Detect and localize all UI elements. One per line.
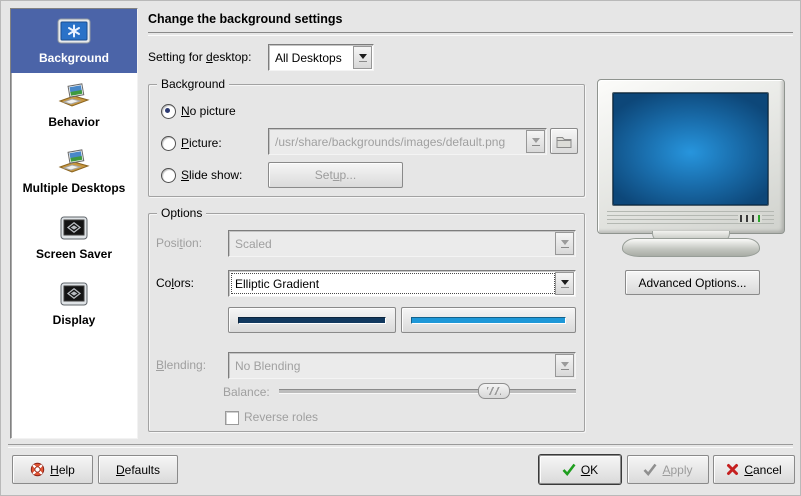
cancel-button-label: Cancel xyxy=(744,463,781,477)
desktop-selector-value: All Desktops xyxy=(275,45,353,70)
blending-label: Blending: xyxy=(156,358,206,373)
picture-path-value: /usr/share/backgrounds/images/default.pn… xyxy=(275,129,526,154)
monitor-vents xyxy=(607,211,774,225)
setup-button: Setup... xyxy=(268,162,403,188)
advanced-options-label: Advanced Options... xyxy=(638,276,746,290)
sidebar-item-label: Multiple Desktops xyxy=(23,181,126,195)
apply-button: Apply xyxy=(627,455,709,484)
background-group: Background No picture Picture: /usr/shar… xyxy=(148,84,585,197)
chevron-down-icon xyxy=(353,46,372,69)
page-title: Change the background settings xyxy=(148,12,342,26)
footer-separator xyxy=(8,444,793,448)
color1-swatch xyxy=(238,317,386,324)
advanced-options-button[interactable]: Advanced Options... xyxy=(625,270,760,295)
sidebar-item-background[interactable]: Background xyxy=(11,9,137,73)
sidebar-item-label: Screen Saver xyxy=(36,247,112,261)
colors-value: Elliptic Gradient xyxy=(235,271,555,296)
sidebar-item-display[interactable]: Display xyxy=(11,271,137,337)
module-list: Background Behavior xyxy=(10,8,138,439)
color1-button[interactable] xyxy=(228,307,396,333)
check-icon-disabled xyxy=(643,463,657,476)
no-picture-label: No picture xyxy=(181,104,236,119)
reverse-roles-label: Reverse roles xyxy=(244,410,318,425)
no-picture-radio[interactable] xyxy=(161,104,176,119)
options-group: Options Position: Scaled Colors: Ellipti… xyxy=(148,213,585,432)
monitor-stand-base xyxy=(622,238,760,257)
sidebar-item-multiple-desktops[interactable]: Multiple Desktops xyxy=(11,139,137,205)
cancel-button[interactable]: Cancel xyxy=(713,455,795,484)
ok-button-label: OK xyxy=(581,463,598,477)
led xyxy=(740,215,742,222)
power-led xyxy=(758,215,760,222)
chevron-down-icon xyxy=(526,130,545,153)
picture-label: Picture: xyxy=(181,136,222,151)
sidebar-item-label: Background xyxy=(39,51,109,65)
monitor-leds xyxy=(738,214,762,223)
desktop-stack-icon xyxy=(57,81,91,113)
apply-button-label: Apply xyxy=(662,463,692,477)
defaults-button[interactable]: Defaults xyxy=(98,455,178,484)
background-monitor-icon xyxy=(57,17,91,49)
position-combo: Scaled xyxy=(228,230,576,257)
defaults-button-label: Defaults xyxy=(116,463,160,477)
colors-combo[interactable]: Elliptic Gradient xyxy=(228,270,576,297)
help-button-label: Help xyxy=(50,463,75,477)
desktop-stack-icon xyxy=(57,147,91,179)
color2-button[interactable] xyxy=(401,307,576,333)
chevron-down-icon xyxy=(555,354,574,377)
options-group-title: Options xyxy=(157,206,206,221)
sidebar-item-label: Display xyxy=(53,313,96,327)
slide-show-label: Slide show: xyxy=(181,168,242,183)
ok-button[interactable]: OK xyxy=(539,455,621,484)
colors-label: Colors: xyxy=(156,276,194,291)
chevron-down-icon xyxy=(555,272,574,295)
monitor-preview xyxy=(597,79,785,234)
x-icon xyxy=(726,463,739,476)
monitor-screen xyxy=(612,92,769,206)
balance-slider-handle xyxy=(478,383,510,399)
chevron-down-icon xyxy=(555,232,574,255)
led xyxy=(752,215,754,222)
setup-button-label: Setup... xyxy=(315,168,356,182)
desktop-selector-label: Setting for desktop: xyxy=(148,50,251,65)
slide-show-radio[interactable] xyxy=(161,168,176,183)
picture-path-combo: /usr/share/backgrounds/images/default.pn… xyxy=(268,128,547,155)
reverse-roles-checkbox xyxy=(225,411,239,425)
position-value: Scaled xyxy=(235,231,555,256)
dark-monitor-icon xyxy=(59,279,89,311)
help-icon xyxy=(30,462,45,477)
picture-radio[interactable] xyxy=(161,136,176,151)
help-button[interactable]: Help xyxy=(12,455,93,484)
sidebar-item-screen-saver[interactable]: Screen Saver xyxy=(11,205,137,271)
dark-monitor-icon xyxy=(59,213,89,245)
background-group-title: Background xyxy=(157,77,229,92)
position-label: Position: xyxy=(156,236,202,251)
balance-slider-groove xyxy=(279,389,576,394)
blending-combo: No Blending xyxy=(228,352,576,379)
header-separator xyxy=(148,32,793,36)
browse-button xyxy=(550,128,578,154)
led xyxy=(746,215,748,222)
sidebar-item-behavior[interactable]: Behavior xyxy=(11,73,137,139)
check-icon xyxy=(562,463,576,476)
color2-swatch xyxy=(411,317,566,324)
balance-label: Balance: xyxy=(223,385,270,400)
sidebar-item-label: Behavior xyxy=(48,115,99,129)
kcontrol-background-dialog: { "header": { "title": "Change the backg… xyxy=(0,0,801,496)
blending-value: No Blending xyxy=(235,353,555,378)
desktop-selector-combo[interactable]: All Desktops xyxy=(268,44,374,71)
folder-icon xyxy=(556,135,572,148)
